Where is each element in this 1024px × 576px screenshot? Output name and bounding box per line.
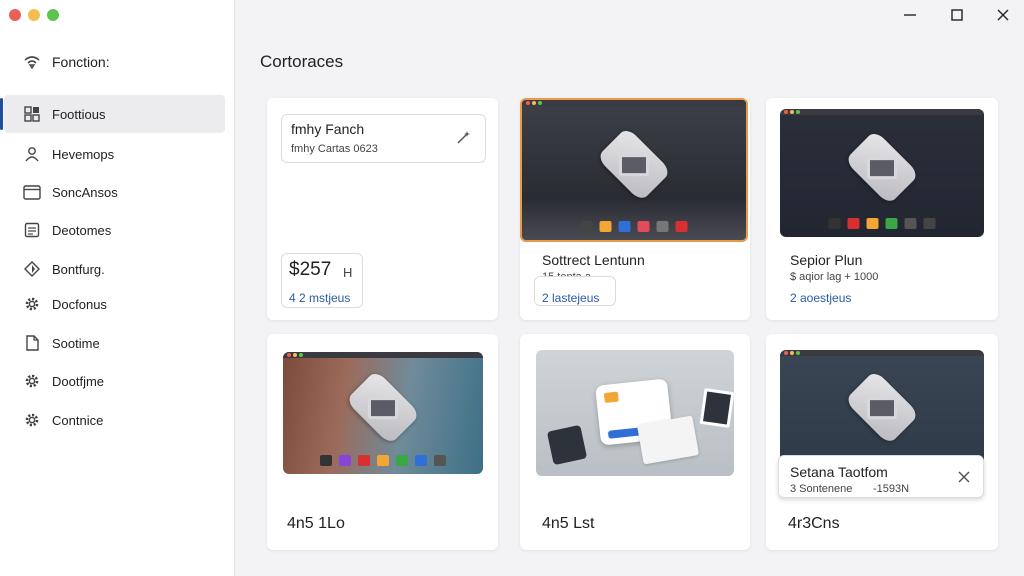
minimize-dot[interactable]	[28, 9, 40, 21]
maximize-icon	[951, 9, 963, 21]
gear-icon	[22, 294, 42, 314]
diamond-icon	[22, 259, 42, 279]
thumbnail	[520, 98, 748, 242]
file-icon	[22, 333, 42, 353]
search-box-subtitle: fmhy Cartas 0623	[291, 143, 378, 155]
sidebar-item-contnice[interactable]: Contnice	[4, 401, 225, 439]
page-title: Cortoraces	[260, 52, 344, 71]
sidebar-item-soncansos[interactable]: SoncAnsos	[4, 173, 225, 211]
minimize-icon	[904, 14, 916, 16]
popup-subtitle-right: -1593N	[873, 483, 910, 495]
card-title: Sottrect Lentunn	[542, 252, 645, 268]
traffic-lights	[9, 9, 59, 21]
popup-close-button[interactable]	[958, 470, 970, 488]
card-bottom-label: 4n5 Lst	[542, 515, 595, 532]
close-dot[interactable]	[9, 9, 21, 21]
search-box-title: fmhy Fanch	[291, 121, 365, 137]
card-screenshot[interactable]: 4n5 1Lo	[267, 334, 498, 550]
sidebar-header-label: Fonction:	[52, 54, 110, 70]
card-bottom-label: 4r3Cns	[788, 515, 840, 532]
stat-link[interactable]: 4 2 mstjeus	[289, 291, 350, 305]
close-icon	[997, 9, 1009, 21]
sidebar-item-docfonus[interactable]: Docfonus	[4, 285, 225, 323]
sidebar-item-label: Bontfurg.	[52, 261, 105, 277]
sidebar-item-dootfjme[interactable]: Dootfjme	[4, 362, 225, 400]
zoom-dot[interactable]	[47, 9, 59, 21]
sidebar: Fonction: Foottious Hevemops SoncAnsos D…	[0, 0, 235, 576]
card-search[interactable]: fmhy Fanch fmhy Cartas 0623 $257 H 4 2 m…	[267, 98, 498, 320]
document-icon	[22, 220, 42, 240]
thumbnail	[780, 109, 984, 237]
sidebar-item-label: SoncAnsos	[52, 184, 118, 200]
card-link[interactable]: 2 lastejeus	[542, 291, 599, 305]
magic-wand-icon[interactable]	[455, 130, 471, 151]
sidebar-item-label: Docfonus	[52, 296, 107, 312]
card-subtitle: $ aqior lag + 1000	[790, 271, 879, 283]
sidebar-item-bontfurg[interactable]: Bontfurg.	[4, 250, 225, 288]
thumbnail	[283, 352, 483, 474]
sidebar-item-label: Deotomes	[52, 222, 112, 238]
gear-icon	[22, 371, 42, 391]
card-title: Sepior Plun	[790, 252, 863, 268]
close-button[interactable]	[991, 4, 1015, 26]
apps-grid-icon	[22, 104, 42, 124]
sidebar-item-label: Dootfjme	[52, 373, 105, 389]
sidebar-item-hevemops[interactable]: Hevemops	[4, 135, 225, 173]
sidebar-item-foottious[interactable]: Foottious	[0, 95, 225, 133]
maximize-button[interactable]	[945, 4, 969, 26]
card-screenshot-selected[interactable]: Sottrect Lentunn 15 tenta a 2 lastejeus	[520, 98, 750, 320]
stat-unit: H	[343, 265, 353, 280]
popup-title: Setana Taotfom	[790, 464, 888, 480]
sidebar-item-label: Contnice	[52, 412, 104, 428]
minimize-button[interactable]	[898, 4, 922, 26]
person-icon	[22, 144, 42, 164]
card-bottom-label: 4n5 1Lo	[287, 515, 345, 532]
window-icon	[22, 182, 42, 202]
sidebar-header-item[interactable]: Fonction:	[0, 46, 235, 78]
card-screenshot[interactable]: Sepior Plun $ aqior lag + 1000 2 aoestje…	[766, 98, 998, 320]
sidebar-item-deotomes[interactable]: Deotomes	[4, 211, 225, 249]
stat-value: $257	[289, 259, 332, 280]
card-link[interactable]: 2 aoestjeus	[790, 291, 851, 305]
card-screenshot[interactable]: 4n5 Lst	[520, 334, 750, 550]
sidebar-item-sootime[interactable]: Sootime	[4, 324, 225, 362]
sidebar-item-label: Hevemops	[52, 146, 115, 162]
sidebar-item-label: Foottious	[52, 106, 106, 122]
close-icon	[958, 471, 970, 483]
gear-icon	[22, 410, 42, 430]
popup-subtitle-left: 3 Sontenene	[790, 483, 853, 495]
sidebar-item-label: Sootime	[52, 335, 100, 351]
card-screenshot[interactable]: Setana Taotfom 3 Sontenene -1593N 4r3Cns	[766, 334, 998, 550]
wifi-icon	[22, 52, 42, 72]
thumbnail	[536, 350, 734, 476]
